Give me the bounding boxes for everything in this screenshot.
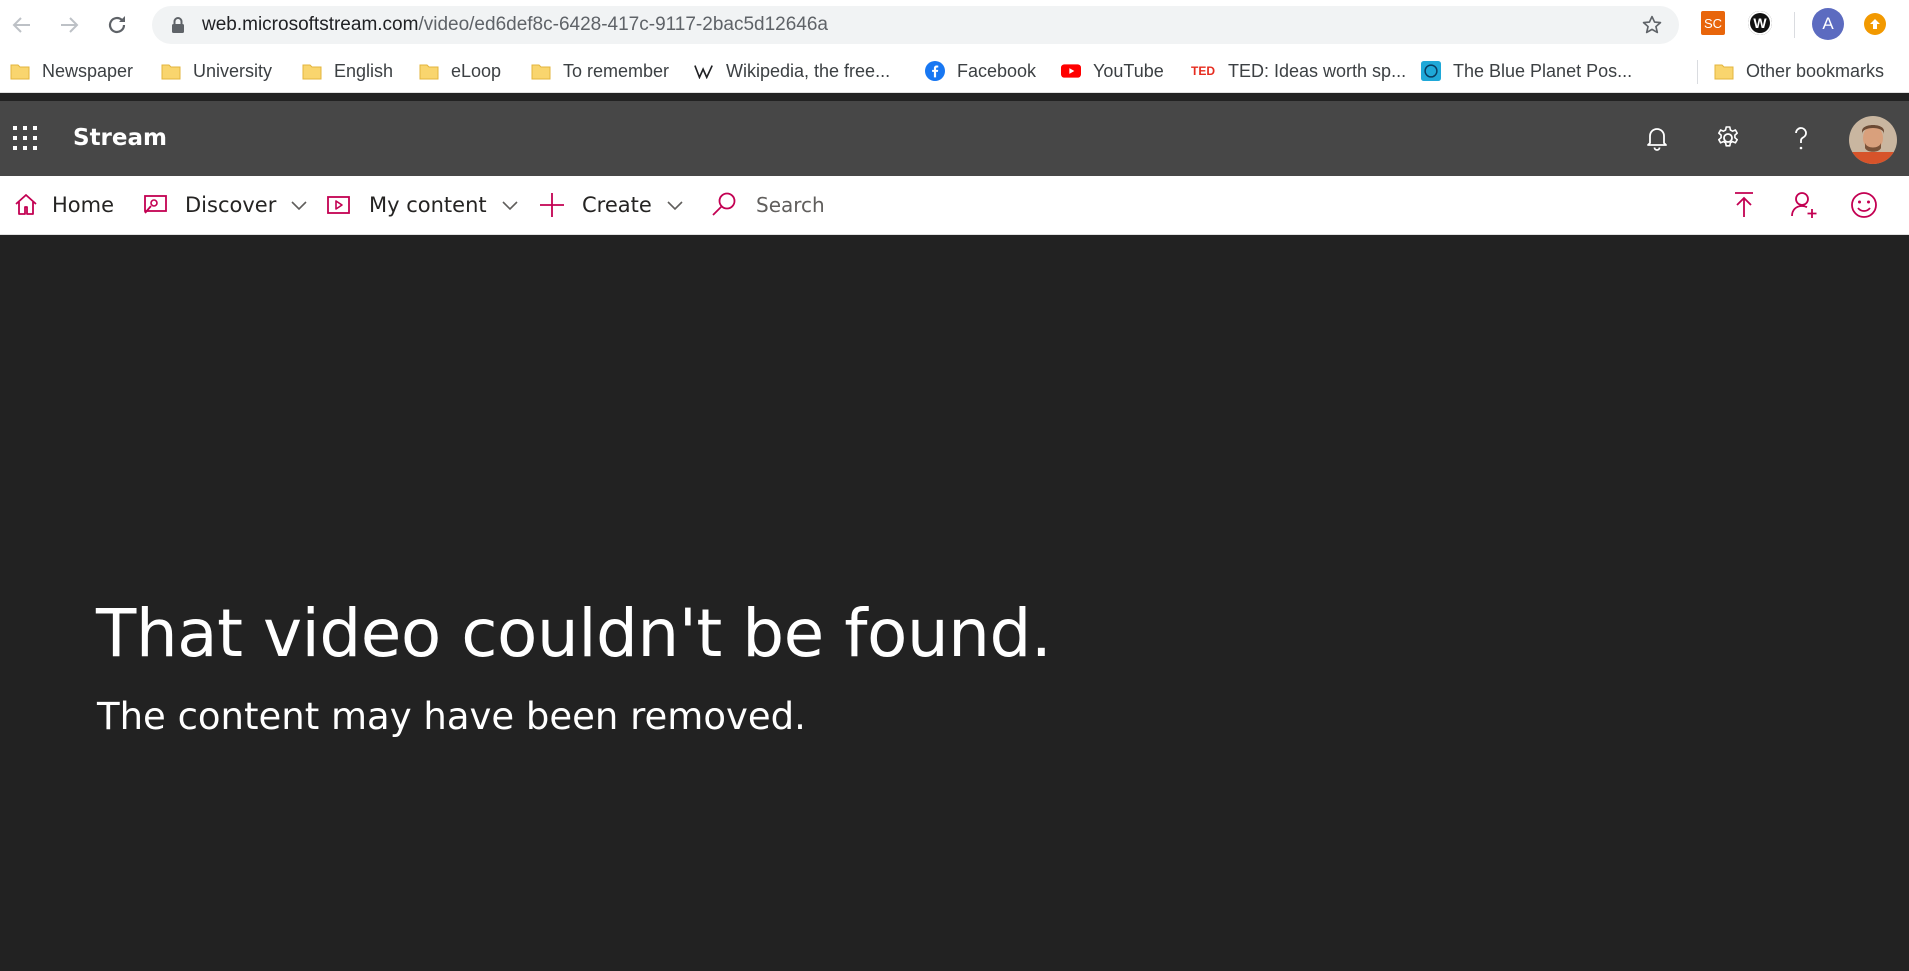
w-extension-icon[interactable]: W [1748,11,1772,35]
nav-create[interactable]: Create [538,176,684,234]
gear-icon[interactable] [1714,124,1742,152]
discover-icon [144,195,167,214]
bookmark-newspaper[interactable]: Newspaper [10,50,133,92]
bookmark-ted[interactable]: TED TED: Ideas worth sp... [1190,50,1406,92]
bookmark-label: University [193,60,273,81]
bookmark-blue-planet[interactable]: The Blue Planet Pos... [1421,50,1632,92]
bookmarks-bar: Newspaper University English eLoop To re… [0,50,1909,93]
bookmark-label: Newspaper [42,60,134,81]
back-button[interactable] [6,9,38,41]
nav-discover[interactable]: Discover [141,176,308,234]
folder-icon [161,61,181,81]
bookmark-youtube[interactable]: YouTube [1061,50,1164,92]
bookmark-label: Wikipedia, the free... [726,60,891,81]
app-title[interactable]: Stream [73,101,167,176]
bookmark-wikipedia[interactable]: Wikipedia, the free... [694,50,890,92]
bookmark-label: English [334,60,394,81]
toolbar-divider [1794,12,1795,38]
nav-my-content-label: My content [369,193,487,217]
bookmark-label: TED: Ideas worth sp... [1228,60,1407,81]
sc-extension-label: SC [1703,15,1723,31]
folder-icon [531,61,551,81]
chevron-down-icon [667,201,683,211]
add-person-icon[interactable] [1789,190,1819,220]
bookmark-other-bookmarks[interactable]: Other bookmarks [1714,50,1884,92]
search-placeholder: Search [756,193,825,217]
reload-button[interactable] [101,9,133,41]
ted-logo: TED [1191,64,1215,78]
arrow-up-icon [1870,19,1880,29]
smiley-icon[interactable] [1849,190,1879,220]
bookmark-eloop[interactable]: eLoop [419,50,501,92]
w-extension-label: W [1753,15,1767,31]
video-not-found-panel: That video couldn't be found. The conten… [0,235,1909,971]
url-text[interactable]: web.microsoftstream.com/video/ed6def8c-6… [202,6,828,44]
app-header: Stream [0,101,1909,176]
forward-button[interactable] [53,9,85,41]
update-icon[interactable] [1864,13,1886,35]
bell-icon[interactable] [1643,124,1671,152]
bookmarks-divider [1697,60,1698,84]
user-avatar[interactable] [1849,116,1897,164]
profile-initial: A [1822,14,1834,33]
bookmark-label: YouTube [1093,60,1164,81]
bookmark-label: Other bookmarks [1746,60,1885,81]
folder-icon [302,61,322,81]
folder-icon [419,61,439,81]
address-bar[interactable]: web.microsoftstream.com/video/ed6def8c-6… [152,6,1679,44]
bookmark-english[interactable]: English [302,50,393,92]
nav-discover-label: Discover [185,193,277,217]
facebook-icon [925,61,945,81]
folder-icon [10,61,30,81]
chevron-down-icon [291,201,307,211]
user-photo-icon [1849,116,1897,164]
app-nav: Home Discover My content Create Search [0,176,1909,235]
folder-icon [1714,61,1734,81]
url-domain: web.microsoftstream.com [202,14,419,35]
chevron-down-icon [502,201,518,211]
ted-icon: TED [1190,61,1216,81]
upload-icon[interactable] [1729,190,1759,220]
bookmark-label: To remember [563,60,670,81]
bookmark-university[interactable]: University [161,50,272,92]
url-path: /video/ed6def8c-6428-417c-9117-2bac5d126… [418,14,828,35]
bookmark-to-remember[interactable]: To remember [531,50,669,92]
app-launcher-icon[interactable] [12,125,38,151]
bookmark-label: Facebook [957,60,1037,81]
bookmark-label: eLoop [451,60,502,81]
plus-icon [540,193,564,217]
blue-planet-icon [1421,61,1441,81]
error-title: That video couldn't be found. [96,595,1052,672]
bookmark-label: The Blue Planet Pos... [1453,60,1633,81]
bookmark-facebook[interactable]: Facebook [925,50,1036,92]
browser-toolbar: web.microsoftstream.com/video/ed6def8c-6… [0,0,1909,50]
nav-home[interactable]: Home [12,176,114,234]
home-icon [15,194,37,215]
profile-avatar-button[interactable]: A [1812,8,1844,40]
lock-icon [172,17,184,33]
nav-my-content[interactable]: My content [325,176,519,234]
nav-home-label: Home [52,193,115,217]
nav-create-label: Create [582,193,652,217]
sc-extension-icon[interactable]: SC [1701,11,1725,35]
youtube-icon [1061,61,1081,81]
help-icon[interactable] [1787,124,1815,152]
reload-icon [108,16,126,34]
search-box[interactable]: Search [710,176,825,234]
error-subtitle: The content may have been removed. [97,695,806,738]
search-icon [712,192,736,216]
arrow-right-icon [61,17,79,33]
arrow-left-icon [12,17,30,33]
bookmark-star-icon[interactable] [1641,14,1663,36]
video-icon [327,196,350,214]
wikipedia-icon [694,61,714,81]
